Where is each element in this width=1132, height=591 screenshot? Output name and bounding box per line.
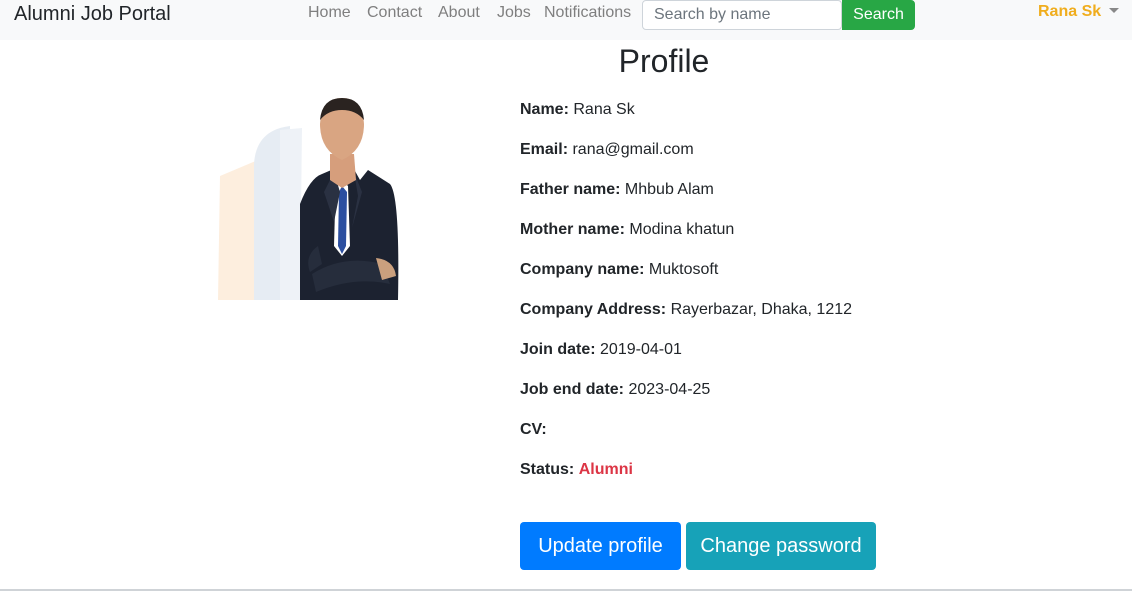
page-title: Profile [618,43,710,79]
profile-photo [218,98,399,300]
status-badge: Alumni [578,461,633,478]
field-label: Mother name: [520,221,625,238]
field-value: Modina khatun [629,221,735,238]
field-label: Name: [520,101,569,118]
profile-field-job-end-date: Job end date: 2023-04-25 [520,380,710,400]
field-value: rana@gmail.com [572,141,694,158]
field-value: Mhbub Alam [624,181,714,198]
field-label: Status: [520,461,575,478]
profile-field-cv: CV: [520,420,547,440]
caret-down-icon [1109,8,1120,13]
field-label: Company name: [520,261,645,278]
profile-field-name: Name: Rana Sk [520,100,635,120]
field-value: Rayerbazar, Dhaka, 1212 [670,301,853,318]
field-label: Email: [520,141,569,158]
search-input[interactable] [642,0,842,30]
nav-link-notifications[interactable]: Notifications [544,4,631,22]
profile-field-company-name: Company name: Muktosoft [520,260,718,280]
nav-link-about[interactable]: About [438,4,480,22]
field-value: Rana Sk [573,101,635,118]
field-value: Muktosoft [648,261,719,278]
profile-field-company-address: Company Address: Rayerbazar, Dhaka, 1212 [520,300,852,320]
field-label: CV: [520,421,547,438]
nav-link-home[interactable]: Home [308,4,351,22]
top-navbar: Alumni Job Portal Home Contact About Job… [0,0,1132,40]
field-label: Father name: [520,181,621,198]
profile-field-mother-name: Mother name: Modina khatun [520,220,734,240]
update-profile-button[interactable]: Update profile [520,522,681,570]
field-value: 2019-04-01 [600,341,682,358]
brand-logo-text[interactable]: Alumni Job Portal [14,2,171,26]
change-password-button[interactable]: Change password [686,522,876,570]
nav-link-contact[interactable]: Contact [367,4,422,22]
field-label: Company Address: [520,301,667,318]
field-label: Join date: [520,341,596,358]
profile-field-join-date: Join date: 2019-04-01 [520,340,682,360]
nav-link-jobs[interactable]: Jobs [497,4,531,22]
profile-field-status: Status: Alumni [520,460,633,480]
user-name: Rana Sk [1038,3,1102,20]
profile-field-email: Email: rana@gmail.com [520,140,694,160]
field-value: 2023-04-25 [628,381,711,398]
profile-field-father-name: Father name: Mhbub Alam [520,180,714,200]
field-label: Job end date: [520,381,625,398]
search-button[interactable]: Search [842,0,915,30]
user-dropdown[interactable]: Rana Sk [1038,3,1120,21]
